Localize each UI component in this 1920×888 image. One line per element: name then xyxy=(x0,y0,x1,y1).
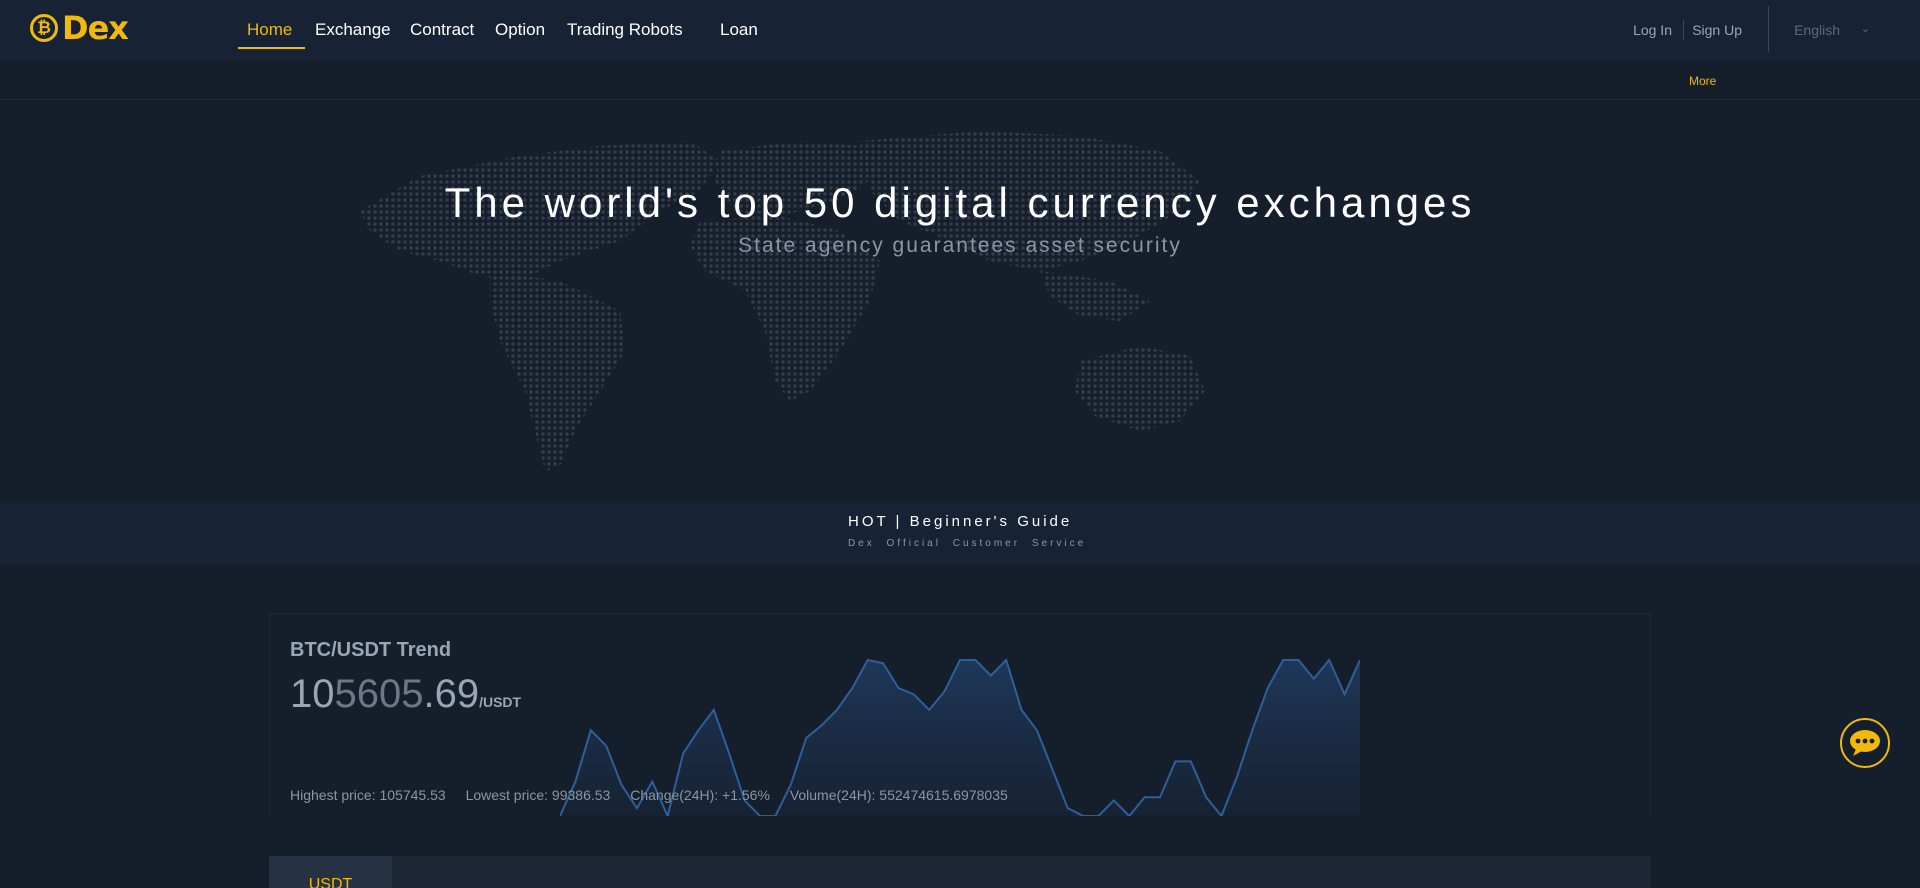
trend-title: BTC/USDT Trend xyxy=(290,639,452,661)
bitcoin-coin-icon: ₿ xyxy=(30,14,58,42)
nav-item-contract[interactable]: Contract xyxy=(410,20,474,40)
btc-trend-card: BTC/USDT Trend 105605.69/USDT Highest pr… xyxy=(269,613,1651,816)
change-24h: Change(24H): +1.56% xyxy=(630,787,770,803)
header-divider xyxy=(1768,6,1769,52)
market-tabs: USDT xyxy=(269,856,1651,888)
nav-item-option[interactable]: Option xyxy=(495,20,545,40)
nav-item-home[interactable]: Home xyxy=(247,20,292,40)
top-navigation-bar: ₿ Dex Home Exchange Contract Option Trad… xyxy=(0,0,1920,60)
chat-support-button[interactable] xyxy=(1840,718,1890,768)
guide-subtitle: Dex Official Customer Service xyxy=(848,538,1087,549)
price-part-dim: 5605 xyxy=(334,672,424,716)
notice-bar: More xyxy=(0,60,1920,100)
tab-usdt[interactable]: USDT xyxy=(269,856,392,888)
price-part-a: 10 xyxy=(290,672,335,716)
trend-stats: Highest price: 105745.53 Lowest price: 9… xyxy=(290,787,1024,803)
logo[interactable]: ₿ Dex xyxy=(30,9,129,47)
auth-separator xyxy=(1683,20,1684,40)
world-map-dots xyxy=(360,131,1205,471)
price-unit: /USDT xyxy=(479,694,522,710)
volume-24h: Volume(24H): 552474615.6978035 xyxy=(789,787,1008,803)
login-link[interactable]: Log In xyxy=(1633,22,1672,38)
nav-item-loan[interactable]: Loan xyxy=(720,20,758,40)
signup-link[interactable]: Sign Up xyxy=(1692,22,1742,38)
more-link[interactable]: More xyxy=(1689,74,1716,88)
chat-bubble-icon xyxy=(1850,730,1880,756)
hero-subtitle: State agency guarantees asset security xyxy=(738,234,1182,257)
highest-price: Highest price: 105745.53 xyxy=(290,787,446,803)
language-selector[interactable]: English xyxy=(1794,22,1840,38)
logo-text: Dex xyxy=(62,9,129,47)
hero-banner: The world's top 50 digital currency exch… xyxy=(0,101,1920,501)
hero-title: The world's top 50 digital currency exch… xyxy=(444,179,1476,226)
trend-price: 105605.69/USDT xyxy=(290,672,521,717)
nav-item-exchange[interactable]: Exchange xyxy=(315,20,391,40)
lowest-price: Lowest price: 99386.53 xyxy=(465,787,611,803)
nav-item-trading-robots[interactable]: Trading Robots xyxy=(567,20,683,40)
nav-active-underline xyxy=(238,47,305,49)
chevron-down-icon[interactable]: ⌄ xyxy=(1861,22,1870,35)
price-part-b: .69 xyxy=(423,672,480,716)
guide-title: HOT | Beginner's Guide xyxy=(848,513,1073,530)
beginners-guide-strip[interactable]: HOT | Beginner's Guide Dex Official Cust… xyxy=(0,501,1920,564)
